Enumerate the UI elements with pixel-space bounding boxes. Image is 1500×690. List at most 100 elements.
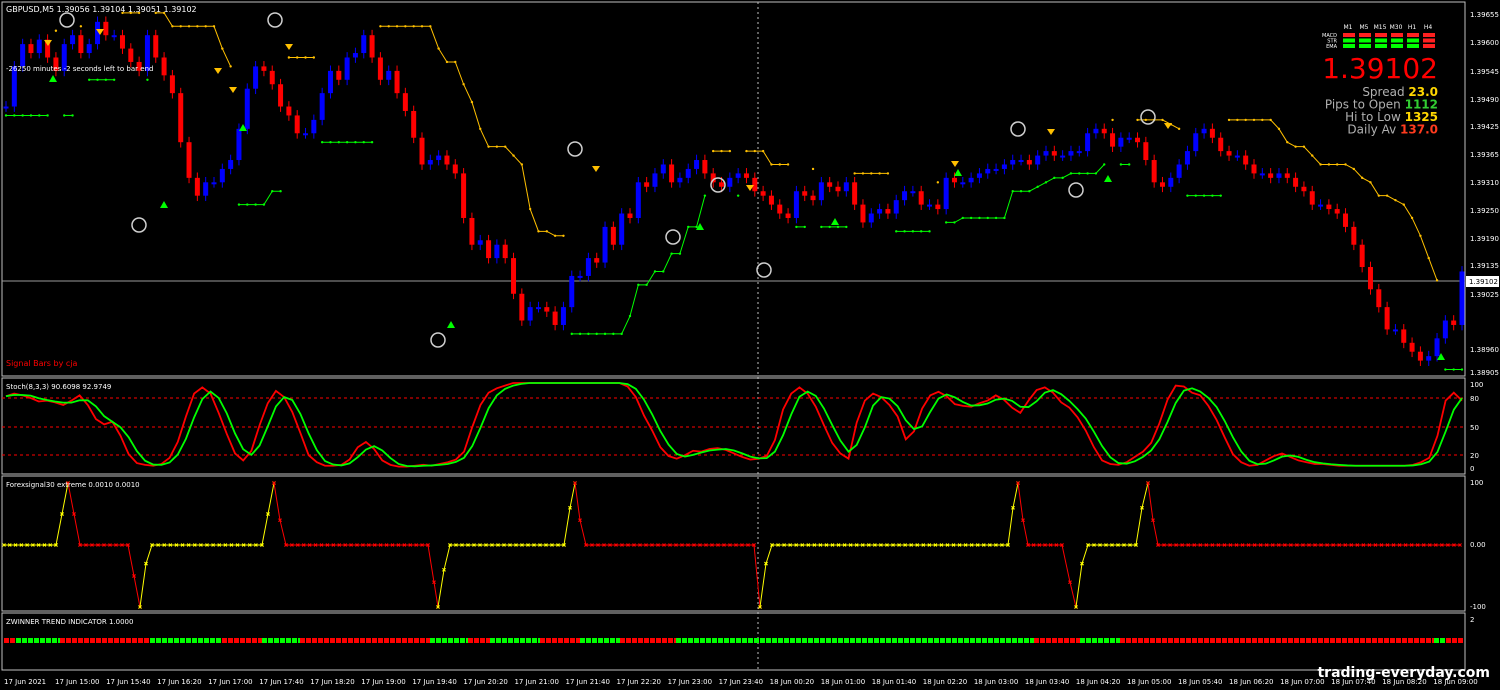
candle-body — [244, 88, 250, 129]
candle-body — [411, 110, 417, 138]
zwinner-bar — [40, 638, 45, 643]
trading-chart[interactable]: GBPUSD,M5 1.39056 1.39104 1.39051 1.3910… — [0, 0, 1500, 690]
zwinner-bar — [650, 638, 655, 643]
zwinner-bar — [1034, 638, 1039, 643]
zwinner-bar — [1216, 638, 1221, 643]
zwinner-bar — [390, 638, 395, 643]
candle-body — [752, 177, 758, 192]
zwinner-bar — [162, 638, 167, 643]
zwinner-bar — [662, 638, 667, 643]
stoch-tick: 0 — [1470, 465, 1474, 473]
dashboard-cell — [1359, 38, 1371, 43]
candle-body — [943, 177, 949, 210]
zwinner-bar — [384, 638, 389, 643]
zwinner-bar — [928, 638, 933, 643]
zwinner-bar — [910, 638, 915, 643]
zwinner-bar — [286, 638, 291, 643]
candle-body — [1334, 209, 1340, 214]
zwinner-bar — [970, 638, 975, 643]
zwinner-header: ZWINNER TREND INDICATOR 1.0000 — [6, 618, 133, 626]
candle-body — [960, 182, 966, 185]
zwinner-bar — [306, 638, 311, 643]
zwinner-bar — [336, 638, 341, 643]
candle-body — [1359, 244, 1365, 268]
dashboard-cell — [1343, 33, 1355, 37]
dashboard-cell — [1343, 44, 1355, 48]
candle-body — [519, 293, 525, 321]
candle-body — [311, 119, 317, 134]
zwinner-bar — [952, 638, 957, 643]
zwinner-bar — [940, 638, 945, 643]
candle-body — [70, 35, 76, 45]
candle-body — [20, 44, 26, 67]
time-tick: 17 Jun 19:00 — [361, 678, 405, 686]
zwinner-bar — [1264, 638, 1269, 643]
candle-body — [1442, 320, 1448, 339]
dashboard-cell — [1343, 38, 1355, 43]
candle-body — [236, 128, 242, 161]
zwinner-bar — [838, 638, 843, 643]
dashboard-cell — [1407, 33, 1419, 37]
candle-body — [511, 258, 517, 294]
price-tick: 1.39655 — [1470, 11, 1499, 19]
zwinner-bar — [144, 638, 149, 643]
zwinner-bar — [34, 638, 39, 643]
zwinner-bar — [1452, 638, 1457, 643]
zwinner-bar — [886, 638, 891, 643]
candle-body — [269, 70, 275, 85]
zwinner-bar — [108, 638, 113, 643]
candle-body — [1234, 155, 1240, 158]
time-tick: 18 Jun 01:00 — [821, 678, 865, 686]
candle-body — [1243, 155, 1249, 165]
price-tick: 1.39250 — [1470, 207, 1499, 215]
zwinner-bar — [204, 638, 209, 643]
zwinner-bar — [748, 638, 753, 643]
candle-body — [228, 160, 234, 169]
zwinner-bar — [604, 638, 609, 643]
dashboard-cell — [1423, 44, 1435, 48]
zwinner-bar — [132, 638, 137, 643]
candle-body — [502, 244, 508, 259]
zwinner-bar — [620, 638, 625, 643]
candle-body — [477, 240, 483, 245]
zwinner-bar — [318, 638, 323, 643]
zwinner-bar — [1270, 638, 1275, 643]
candle-body — [1351, 226, 1357, 245]
dashboard-price: 1.39102 — [1322, 52, 1438, 85]
candle-body — [544, 307, 550, 312]
zwinner-bar — [1384, 638, 1389, 643]
zwinner-bar — [138, 638, 143, 643]
zwinner-bar — [490, 638, 495, 643]
zwinner-bar — [430, 638, 435, 643]
candle-body — [319, 93, 325, 120]
signal-bars-label: Signal Bars by cja — [6, 359, 77, 368]
candle-body — [877, 209, 883, 214]
price-tick: 1.39545 — [1470, 68, 1499, 76]
zwinner-bar — [1434, 638, 1439, 643]
candle-body — [211, 182, 217, 185]
candle-body — [3, 106, 9, 109]
candle-body — [760, 191, 766, 196]
candle-body — [494, 244, 500, 259]
zwinner-bar — [150, 638, 155, 643]
zwinner-bar — [262, 638, 267, 643]
time-tick: 18 Jun 05:40 — [1178, 678, 1222, 686]
zwinner-bar — [514, 638, 519, 643]
trail-up-line-dot — [736, 194, 740, 197]
candle-body — [1417, 351, 1423, 361]
candle-body — [827, 182, 833, 187]
candle-body — [327, 70, 333, 94]
time-tick: 18 Jun 01:40 — [872, 678, 916, 686]
zwinner-bar — [1294, 638, 1299, 643]
zwinner-bar — [1064, 638, 1069, 643]
zwinner-bar — [1300, 638, 1305, 643]
timeframe-label: M1 — [1344, 24, 1353, 31]
candle-body — [361, 35, 367, 54]
zwinner-bar — [1040, 638, 1045, 643]
time-tick: 17 Jun 21:00 — [514, 678, 558, 686]
stat-value: 137.0 — [1400, 123, 1438, 137]
candle-body — [1076, 151, 1082, 154]
candle-body — [1143, 142, 1149, 161]
dashboard-row-label: EMA — [1326, 44, 1337, 50]
zwinner-bar — [240, 638, 245, 643]
